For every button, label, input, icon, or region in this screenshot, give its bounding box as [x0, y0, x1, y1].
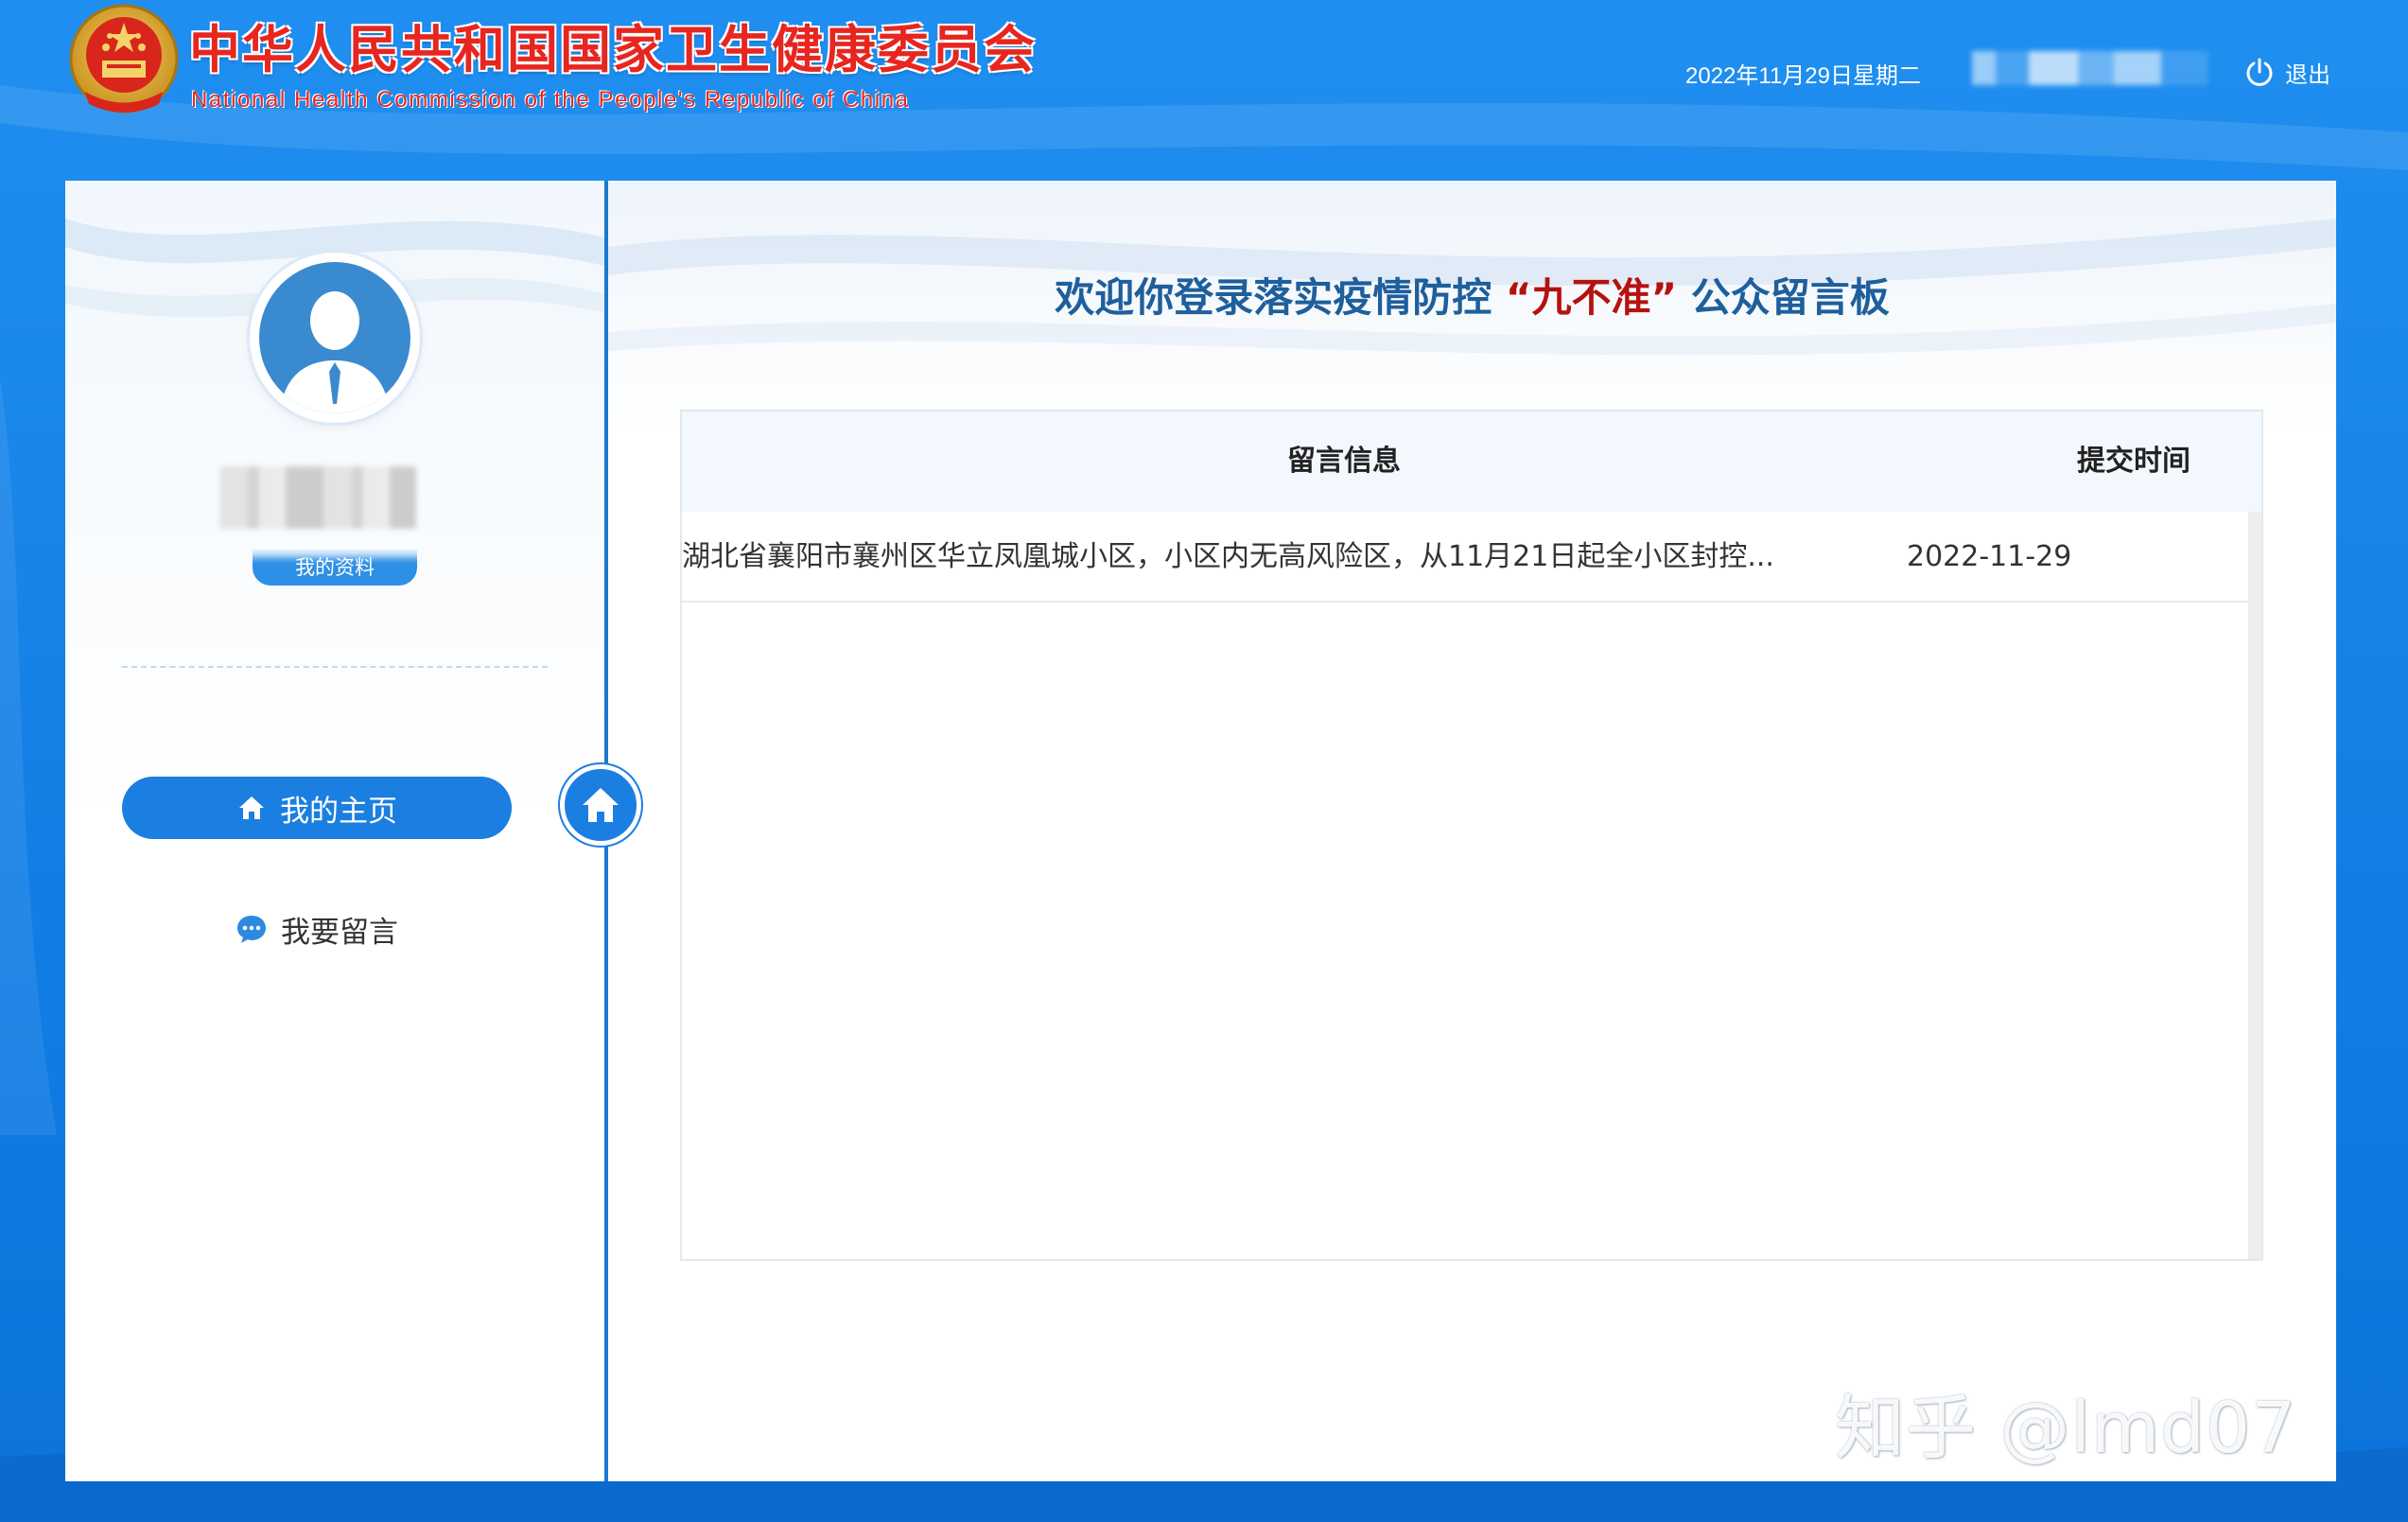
- message-table: 留言信息 提交时间 湖北省襄阳市襄州区华立凤凰城小区，小区内无高风险区，从11月…: [680, 410, 2263, 1261]
- table-header: 留言信息 提交时间: [682, 411, 2261, 512]
- column-header-time: 提交时间: [2077, 445, 2190, 478]
- content-area: 欢迎你登录落实疫情防控 “九不准” 公众留言板 留言信息 提交时间 湖北省襄阳市…: [608, 181, 2336, 1481]
- row-time: 2022-11-29: [1907, 540, 2072, 573]
- sidebar: 我的资料 我的主页 我要留言: [65, 181, 605, 1481]
- watermark: 知乎 @lmd07: [1835, 1388, 2297, 1469]
- page-title: 欢迎你登录落实疫情防控 “九不准” 公众留言板: [608, 266, 2336, 324]
- power-icon: [2246, 58, 2273, 86]
- nav-message[interactable]: 我要留言: [122, 898, 512, 960]
- org-name-cn: 中华人民共和国国家卫生健康委员会: [189, 19, 1037, 79]
- user-avatar-icon: [259, 262, 410, 413]
- chat-bubble-icon: [237, 916, 266, 943]
- profile-button[interactable]: 我的资料: [253, 550, 417, 586]
- nav-home-label: 我的主页: [280, 794, 397, 829]
- profile-button-label: 我的资料: [295, 556, 375, 579]
- title-suffix: 公众留言板: [1690, 274, 1890, 321]
- row-message: 湖北省襄阳市襄州区华立凤凰城小区，小区内无高风险区，从11月21日起全小区封控.…: [682, 540, 1774, 573]
- nav-message-label: 我要留言: [281, 915, 398, 950]
- logout-label: 退出: [2285, 61, 2330, 88]
- column-header-message: 留言信息: [1287, 445, 1401, 478]
- sidebar-divider: [122, 666, 548, 668]
- title-prefix: 欢迎你登录落实疫情防控: [1055, 274, 1492, 321]
- username-redacted: [1972, 51, 2208, 85]
- home-icon: [239, 796, 264, 819]
- profile-name-redacted: [219, 466, 416, 529]
- nav-home[interactable]: 我的主页: [122, 777, 512, 839]
- org-name-en: National Health Commission of the People…: [191, 87, 910, 113]
- logout-button[interactable]: 退出: [2243, 53, 2330, 91]
- table-row[interactable]: 湖北省襄阳市襄州区华立凤凰城小区，小区内无高风险区，从11月21日起全小区封控.…: [682, 512, 2248, 603]
- header-date: 2022年11月29日星期二: [1685, 63, 1921, 89]
- title-highlight: “九不准”: [1505, 274, 1678, 321]
- top-header: 中华人民共和国国家卫生健康委员会 National Health Commiss…: [0, 0, 2408, 142]
- main-panel: 我的资料 我的主页 我要留言 欢迎你登录落实疫情防控 “九不准” 公众留言板 留…: [65, 181, 2336, 1481]
- avatar: [250, 253, 420, 423]
- table-scrollbar[interactable]: [2248, 512, 2261, 1259]
- national-emblem-icon: [69, 4, 179, 114]
